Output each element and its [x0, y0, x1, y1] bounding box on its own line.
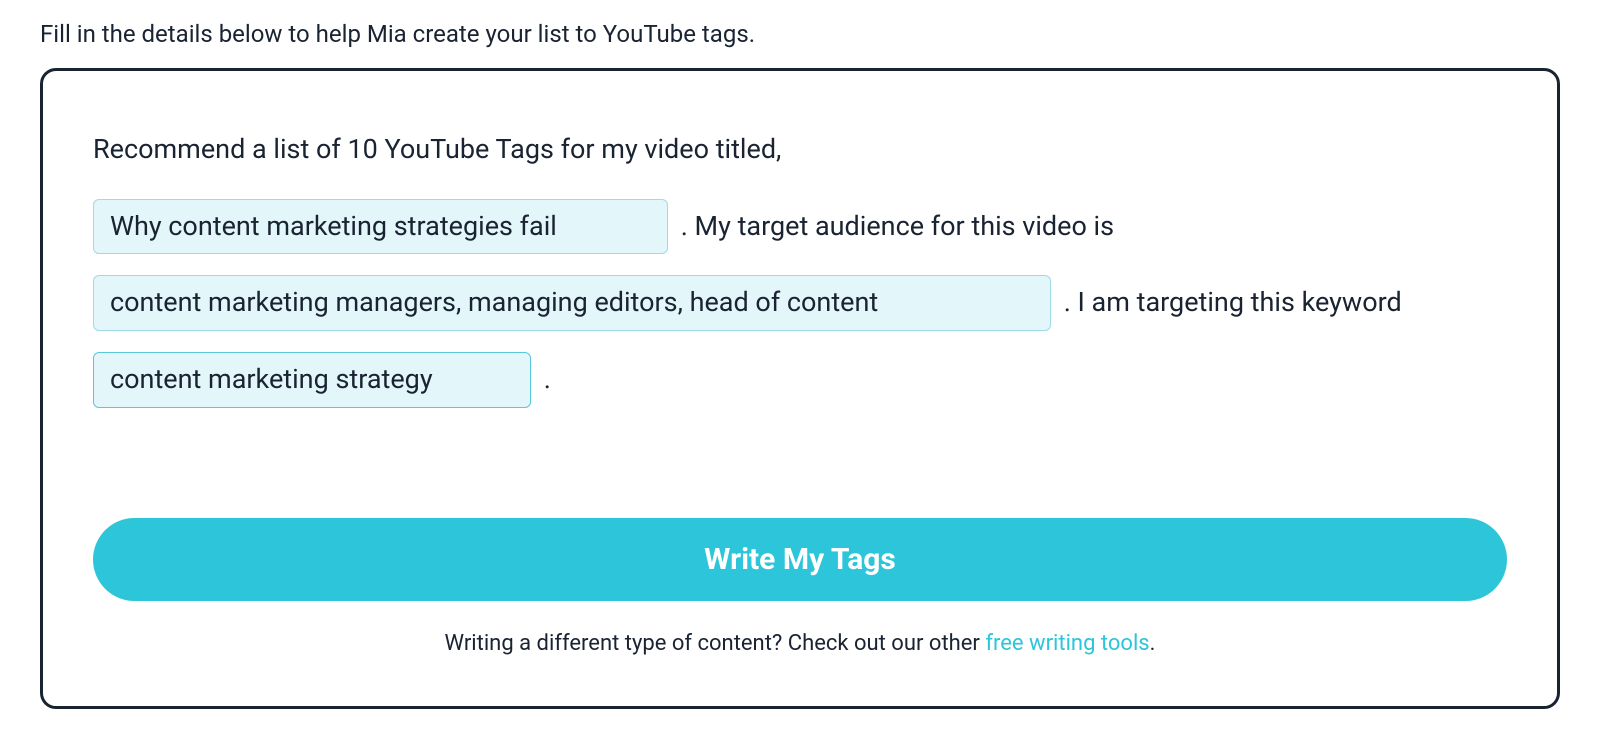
prompt-text-4: .: [544, 363, 551, 395]
prompt-text-3: . I am targeting this keyword: [1064, 286, 1402, 318]
footer-text-before: Writing a different type of content? Che…: [445, 631, 986, 656]
form-card: Recommend a list of 10 YouTube Tags for …: [40, 68, 1560, 709]
prompt-container: Recommend a list of 10 YouTube Tags for …: [93, 111, 1507, 418]
prompt-text-1: Recommend a list of 10 YouTube Tags for …: [93, 133, 781, 165]
free-writing-tools-link[interactable]: free writing tools: [985, 631, 1149, 656]
keyword-input[interactable]: [93, 352, 531, 408]
write-my-tags-button[interactable]: Write My Tags: [93, 518, 1507, 601]
footer-text: Writing a different type of content? Che…: [93, 631, 1507, 656]
footer-text-after: .: [1150, 631, 1156, 656]
instruction-text: Fill in the details below to help Mia cr…: [40, 20, 1560, 48]
video-title-input[interactable]: [93, 199, 668, 255]
prompt-text-2: . My target audience for this video is: [681, 210, 1114, 242]
target-audience-input[interactable]: [93, 275, 1051, 331]
